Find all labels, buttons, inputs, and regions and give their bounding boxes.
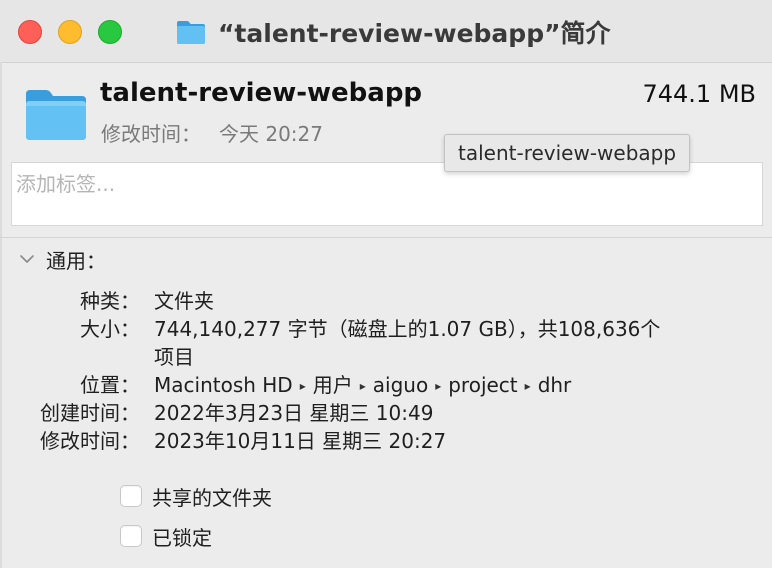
general-section-toggle[interactable]: 通用： <box>18 245 106 273</box>
locked-option[interactable]: 已锁定 <box>120 522 212 550</box>
locked-checkbox[interactable] <box>120 525 142 547</box>
kind-value: 文件夹 <box>154 289 214 313</box>
size-value-continued: 项目 <box>154 345 194 369</box>
tags-placeholder: 添加标签... <box>16 172 116 196</box>
zoom-button[interactable] <box>98 20 122 44</box>
window-title: “talent-review-webapp”简介 <box>176 14 611 50</box>
folder-icon <box>177 21 205 44</box>
shared-folder-checkbox[interactable] <box>120 485 142 507</box>
locked-label[interactable]: 已锁定 <box>152 522 212 551</box>
info-window: “talent-review-webapp”简介 talent-review-w… <box>0 0 772 568</box>
modified-label: 修改时间： <box>101 122 201 146</box>
item-name: talent-review-webapp <box>100 78 423 108</box>
size-value: 744,140,277 字节（磁盘上的1.07 GB），共108,636个 <box>154 317 661 341</box>
window-title-text: “talent-review-webapp”简介 <box>218 19 611 48</box>
where-label: 位置： <box>80 373 140 397</box>
modified-info-value: 2023年10月11日 星期三 20:27 <box>154 429 447 453</box>
breadcrumb-item[interactable]: 用户 <box>313 373 353 397</box>
section-divider <box>0 237 772 238</box>
size-label: 大小： <box>80 317 140 341</box>
shared-folder-option[interactable]: 共享的文件夹 <box>120 482 272 510</box>
created-value: 2022年3月23日 星期三 10:49 <box>154 401 434 425</box>
shared-folder-label[interactable]: 共享的文件夹 <box>152 482 272 511</box>
name-tooltip: talent-review-webapp <box>444 134 691 172</box>
breadcrumb-item[interactable]: aiguo <box>373 373 428 397</box>
path-breadcrumb: Macintosh HD ▸ 用户 ▸ aiguo ▸ project ▸ dhr <box>154 371 571 402</box>
breadcrumb-separator: ▸ <box>359 379 366 393</box>
kind-label: 种类： <box>80 289 140 313</box>
item-size: 744.1 MB <box>642 80 756 108</box>
folder-large-icon <box>26 90 86 140</box>
general-section-title: 通用： <box>46 248 106 273</box>
modified-info-label: 修改时间： <box>40 429 140 453</box>
breadcrumb-separator: ▸ <box>299 379 306 393</box>
breadcrumb-separator: ▸ <box>524 379 531 393</box>
close-button[interactable] <box>18 20 42 44</box>
chevron-down-icon <box>20 255 34 263</box>
breadcrumb-item[interactable]: dhr <box>538 373 572 397</box>
modified-value: 今天 20:27 <box>219 122 323 146</box>
created-label: 创建时间： <box>40 401 140 425</box>
title-bar: “talent-review-webapp”简介 <box>0 0 772 63</box>
minimize-button[interactable] <box>58 20 82 44</box>
breadcrumb-item[interactable]: Macintosh HD <box>154 373 293 397</box>
item-modified: 修改时间： 今天 20:27 <box>101 118 323 147</box>
breadcrumb-item[interactable]: project <box>448 373 517 397</box>
breadcrumb-separator: ▸ <box>435 379 442 393</box>
